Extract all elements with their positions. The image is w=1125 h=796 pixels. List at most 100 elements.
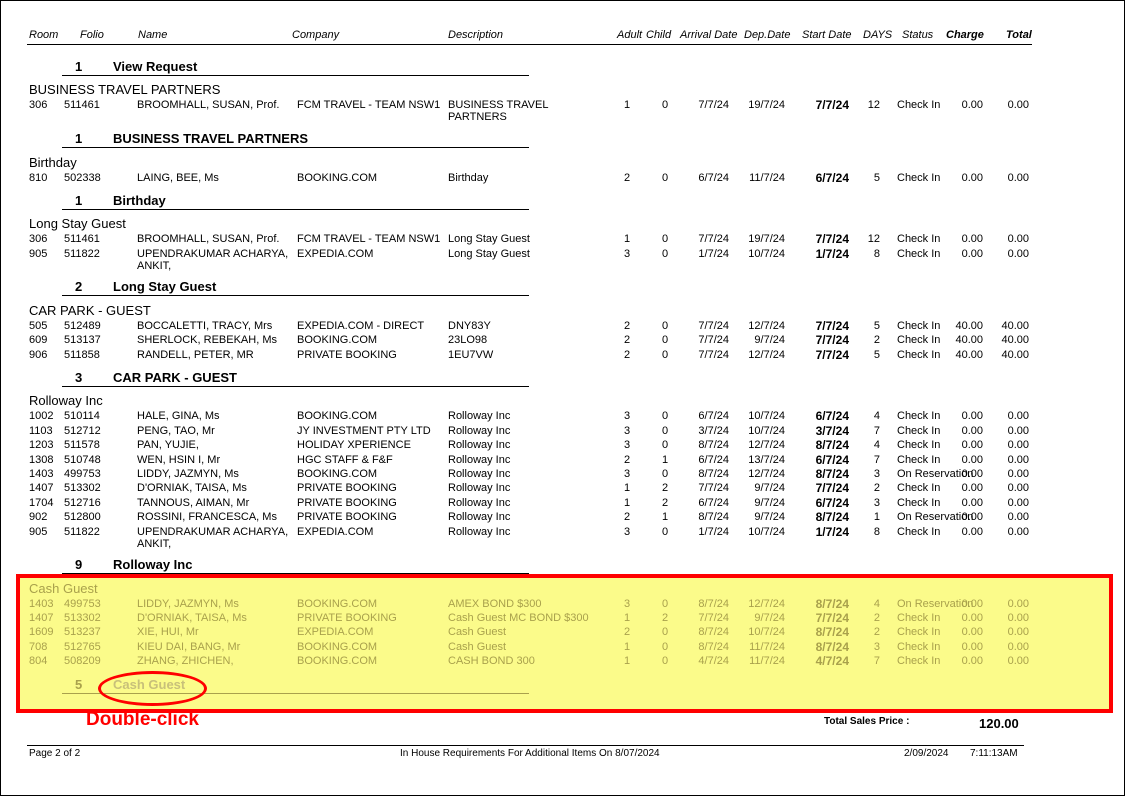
cell-company: HOLIDAY XPERIENCE bbox=[297, 439, 411, 451]
col-child: Child bbox=[646, 29, 672, 41]
cell-adult: 1 bbox=[624, 233, 631, 245]
table-row[interactable]: 306 511461 BROOMHALL, SUSAN, Prof. FCM TRAV… bbox=[0, 98, 1125, 123]
cell-total: 0.00 bbox=[1007, 410, 1029, 422]
table-row[interactable]: 906 511858 RANDELL, PETER, MR PRIVATE BOOKI… bbox=[0, 348, 1125, 363]
cell-folio: 511858 bbox=[64, 349, 100, 361]
cell-guest-name: UPENDRAKUMAR ACHARYA, ANKIT, bbox=[137, 526, 288, 550]
cell-adult: 2 bbox=[624, 626, 631, 638]
cell-days: 2 bbox=[873, 626, 880, 638]
cell-total: 40.00 bbox=[1001, 334, 1029, 346]
header-rule bbox=[27, 44, 1032, 45]
cell-description: Rolloway Inc bbox=[448, 468, 511, 480]
cell-folio: 512712 bbox=[64, 425, 101, 437]
table-row[interactable]: 1103 512712 PENG, TAO, Mr JY INVESTMENT PTY… bbox=[0, 424, 1125, 439]
cell-description: 1EU7VW bbox=[448, 349, 494, 361]
table-row[interactable]: 609 513137 SHERLOCK, REBEKAH, Ms BOOKING.CO… bbox=[0, 333, 1125, 348]
cell-status: Check In bbox=[897, 626, 941, 638]
table-row[interactable]: 1002 510114 HALE, GINA, Ms BOOKING.COM Rollo… bbox=[0, 409, 1125, 424]
cell-room: 306 bbox=[29, 233, 48, 245]
cell-child: 0 bbox=[662, 349, 669, 361]
cell-days: 3 bbox=[873, 497, 880, 509]
table-row[interactable]: 1308 510748 WEN, HSIN I, Mr HGC STAFF & F&F… bbox=[0, 453, 1125, 468]
cell-folio: 511822 bbox=[64, 526, 100, 538]
table-row[interactable]: 1407 513302 D'ORNIAK, TAISA, Ms PRIVATE BOO… bbox=[0, 611, 1125, 626]
group-count: 1 bbox=[75, 59, 83, 74]
cell-total: 0.00 bbox=[1007, 454, 1029, 466]
table-row[interactable]: 810 502338 LAING, BEE, Ms BOOKING.COM Birthd… bbox=[0, 171, 1125, 186]
cell-charge: 40.00 bbox=[955, 334, 983, 346]
cell-adult: 2 bbox=[624, 511, 631, 523]
table-row[interactable]: 1704 512716 TANNOUS, AIMAN, Mr PRIVATE BOOK… bbox=[0, 496, 1125, 511]
cell-dep-date: 10/7/24 bbox=[748, 626, 785, 638]
cell-start-date: 4/7/24 bbox=[815, 654, 849, 668]
cell-folio: 502338 bbox=[64, 172, 101, 184]
cell-charge: 0.00 bbox=[961, 655, 983, 667]
table-row[interactable]: 1407 513302 D'ORNIAK, TAISA, Ms PRIVATE BOO… bbox=[0, 481, 1125, 496]
col-arrival: Arrival Date bbox=[680, 29, 738, 41]
cell-charge: 0.00 bbox=[961, 410, 983, 422]
cell-adult: 3 bbox=[624, 410, 631, 422]
cell-folio: 499753 bbox=[64, 468, 101, 480]
cell-company: BOOKING.COM bbox=[297, 410, 378, 422]
cell-dep-date: 10/7/24 bbox=[748, 526, 785, 538]
group-footer: 9 Rolloway Inc bbox=[62, 557, 529, 574]
cell-dep-date: 9/7/24 bbox=[754, 511, 785, 523]
cell-dep-date: 12/7/24 bbox=[748, 349, 785, 361]
cell-description: Rolloway Inc bbox=[448, 511, 511, 523]
cell-arrival-date: 6/7/24 bbox=[698, 172, 729, 184]
cell-guest-name: LIDDY, JAZMYN, Ms bbox=[137, 468, 239, 480]
table-row[interactable]: 306 511461 BROOMHALL, SUSAN, Prof. FCM TRAV… bbox=[0, 232, 1125, 247]
cell-start-date: 8/7/24 bbox=[815, 510, 849, 524]
cell-child: 0 bbox=[662, 233, 669, 245]
cell-adult: 1 bbox=[624, 99, 631, 111]
table-row[interactable]: 902 512800 ROSSINI, FRANCESCA, Ms PRIVATE B… bbox=[0, 510, 1125, 525]
group-footer-label: Long Stay Guest bbox=[113, 279, 217, 294]
cell-dep-date: 12/7/24 bbox=[748, 439, 785, 451]
cell-days: 2 bbox=[873, 612, 880, 624]
cell-days: 8 bbox=[873, 248, 880, 260]
cell-guest-name: WEN, HSIN I, Mr bbox=[137, 454, 221, 466]
table-row[interactable]: 905 511822 UPENDRAKUMAR ACHARYA, ANKIT, EXPE… bbox=[0, 525, 1125, 550]
cell-arrival-date: 6/7/24 bbox=[698, 497, 729, 509]
cell-folio: 511461 bbox=[64, 99, 100, 111]
table-row[interactable]: 1609 513237 XIE, HUI, Mr EXPEDIA.COM Cash Gu… bbox=[0, 625, 1125, 640]
cell-child: 0 bbox=[662, 320, 669, 332]
cell-start-date: 1/7/24 bbox=[815, 525, 849, 539]
cell-arrival-date: 1/7/24 bbox=[698, 248, 729, 260]
table-row[interactable]: 708 512765 KIEU DAI, BANG, Mr BOOKING.COM Ca… bbox=[0, 640, 1125, 655]
cell-line: UPENDRAKUMAR ACHARYA, bbox=[137, 248, 289, 260]
cell-days: 12 bbox=[867, 233, 880, 245]
cell-days: 3 bbox=[873, 468, 880, 480]
cell-charge: 0.00 bbox=[961, 497, 983, 509]
cell-folio: 508209 bbox=[64, 655, 101, 667]
cell-folio: 513302 bbox=[64, 612, 101, 624]
cell-total: 0.00 bbox=[1007, 511, 1029, 523]
cell-days: 5 bbox=[873, 172, 880, 184]
table-row[interactable]: 905 511822 UPENDRAKUMAR ACHARYA, ANKIT, EXPE… bbox=[0, 247, 1125, 272]
group-count: 1 bbox=[75, 131, 83, 146]
cell-total: 0.00 bbox=[1007, 172, 1029, 184]
cell-days: 5 bbox=[873, 320, 880, 332]
cell-total: 0.00 bbox=[1007, 641, 1029, 653]
table-row[interactable]: 1203 511578 PAN, YUJIE, HOLIDAY XPERIENCE Ro… bbox=[0, 438, 1125, 453]
table-row[interactable]: 1403 499753 LIDDY, JAZMYN, Ms BOOKING.COM Ro… bbox=[0, 467, 1125, 482]
cell-adult: 2 bbox=[624, 349, 631, 361]
cell-line: ANKIT, bbox=[137, 538, 172, 550]
table-row[interactable]: 505 512489 BOCCALETTI, TRACY, Mrs EXPEDIA.C… bbox=[0, 319, 1125, 334]
cell-start-date: 7/7/24 bbox=[815, 319, 849, 333]
cell-guest-name: BROOMHALL, SUSAN, Prof. bbox=[137, 233, 280, 245]
cell-adult: 2 bbox=[624, 334, 631, 346]
cell-charge: 0.00 bbox=[961, 425, 983, 437]
cell-charge: 40.00 bbox=[955, 349, 983, 361]
table-row[interactable]: 804 508209 ZHANG, ZHICHEN, BOOKING.COM CASH … bbox=[0, 654, 1125, 669]
double-click-target-oval[interactable] bbox=[98, 671, 207, 706]
table-row[interactable]: 1403 499753 LIDDY, JAZMYN, Ms BOOKING.COM AM… bbox=[0, 597, 1125, 612]
cell-folio: 511461 bbox=[64, 233, 100, 245]
cell-room: 905 bbox=[29, 526, 48, 538]
cell-start-date: 6/7/24 bbox=[815, 171, 849, 185]
cell-start-date: 6/7/24 bbox=[815, 453, 849, 467]
group-count: 5 bbox=[75, 677, 83, 692]
cell-company: EXPEDIA.COM bbox=[297, 526, 374, 538]
print-time: 7:11:13AM bbox=[970, 748, 1018, 759]
cell-status: Check In bbox=[897, 612, 941, 624]
